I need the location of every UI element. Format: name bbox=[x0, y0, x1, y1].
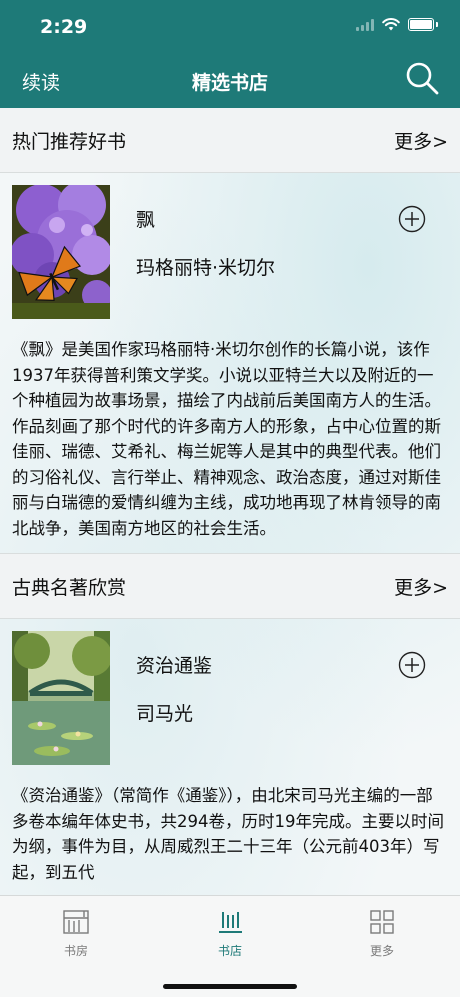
book-author: 司马光 bbox=[136, 703, 194, 725]
tab-bookshelf[interactable]: 书房 bbox=[46, 908, 106, 959]
book-item[interactable]: 资治通鉴 司马光 bbox=[0, 619, 460, 765]
book-title: 资治通鉴 bbox=[136, 655, 213, 677]
battery-icon bbox=[408, 18, 434, 31]
book-description: 《资治通鉴》（常简作《通鉴》），由北宋司马光主编的一部多卷本编年体史书，共294… bbox=[0, 769, 460, 895]
bookshelf-icon bbox=[63, 910, 89, 934]
tab-label: 书店 bbox=[217, 944, 242, 958]
book-title: 飘 bbox=[136, 209, 156, 231]
bottom-tab-bar: 书房 书店 更多 bbox=[0, 895, 460, 997]
book-cover-image[interactable] bbox=[12, 185, 110, 319]
status-icons bbox=[356, 18, 438, 31]
grid-icon bbox=[370, 910, 394, 934]
tab-more[interactable]: 更多 bbox=[352, 908, 412, 959]
more-button[interactable]: 更多> bbox=[394, 127, 448, 154]
more-button[interactable]: 更多> bbox=[394, 573, 448, 600]
book-description: 《飘》是美国作家玛格丽特·米切尔创作的长篇小说，该作1937年获得普利策文学奖。… bbox=[0, 323, 460, 554]
wifi-icon bbox=[382, 18, 400, 31]
tab-bookstore[interactable]: 书店 bbox=[200, 908, 260, 959]
section-header-classics: 古典名著欣赏 更多> bbox=[0, 554, 460, 619]
section-header-popular: 热门推荐好书 更多> bbox=[0, 108, 460, 173]
butterfly-flower-cover bbox=[12, 185, 110, 319]
section-title: 热门推荐好书 bbox=[12, 130, 127, 153]
status-time: 2:29 bbox=[40, 16, 88, 38]
bookstore-icon bbox=[219, 912, 242, 933]
add-book-button[interactable] bbox=[398, 651, 426, 679]
book-cover-image[interactable] bbox=[12, 631, 110, 765]
cellular-signal-icon bbox=[356, 18, 374, 31]
content-scroll-area[interactable]: 热门推荐好书 更多> 飘 玛格丽特·米切尔 《飘》是美国作家玛格丽特·米切尔创作… bbox=[0, 108, 460, 895]
add-book-button[interactable] bbox=[398, 205, 426, 233]
top-header: 2:29 续读 精选书店 bbox=[0, 0, 460, 108]
tab-label: 更多 bbox=[369, 944, 394, 958]
page-title: 精选书店 bbox=[191, 72, 268, 94]
section-title: 古典名著欣赏 bbox=[12, 576, 127, 599]
tab-label: 书房 bbox=[63, 944, 88, 958]
book-item[interactable]: 飘 玛格丽特·米切尔 bbox=[0, 173, 460, 319]
garden-bridge-cover bbox=[12, 631, 110, 765]
book-author: 玛格丽特·米切尔 bbox=[136, 257, 276, 279]
home-indicator bbox=[163, 984, 297, 989]
search-icon[interactable] bbox=[404, 60, 442, 98]
battery-tip bbox=[436, 22, 438, 27]
